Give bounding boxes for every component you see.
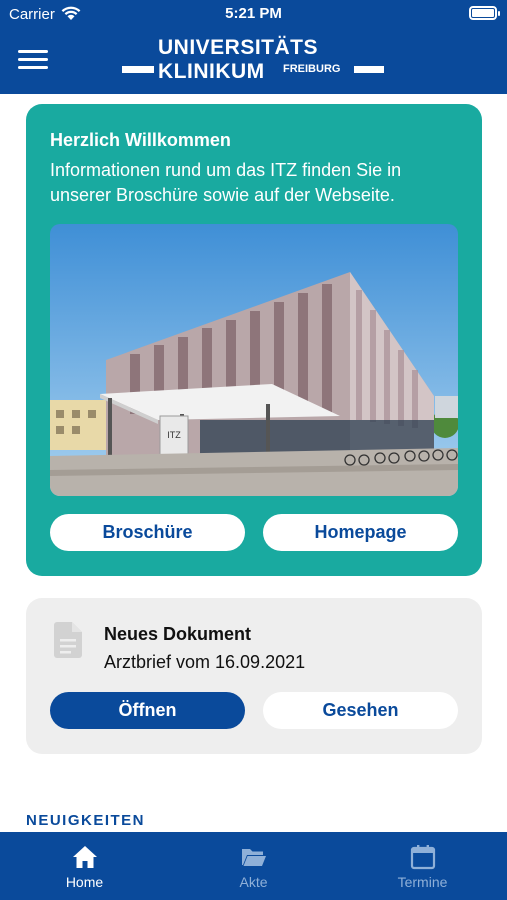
battery-icon [469,6,500,20]
mark-seen-button[interactable]: Gesehen [263,692,458,729]
document-icon [54,622,82,658]
tab-appointments[interactable]: Termine [338,832,507,900]
welcome-card: Herzlich Willkommen Informationen rund u… [26,104,482,576]
document-title: Neues Dokument [104,624,252,644]
itz-building-photo: ITZ [50,224,458,496]
hamburger-line [18,66,48,69]
home-icon [73,846,97,868]
calendar-icon [410,845,436,870]
homepage-button[interactable]: Homepage [263,514,458,551]
document-subtitle: Arztbrief vom 16.09.2021 [104,652,306,672]
hamburger-line [18,50,48,53]
uniklinikum-logo: UNIVERSITÄTS KLINIKUM FREIBURG [122,36,386,84]
tab-files[interactable]: Akte [169,832,338,900]
status-bar: Carrier 5:21 PM [0,0,507,28]
app-header: Carrier 5:21 PM UNIVERSITÄTS KLINIKUM FR… [0,0,507,94]
tab-label: Home [65,874,104,890]
open-document-button[interactable]: Öffnen [50,692,245,729]
tab-home[interactable]: Home [0,832,169,900]
logo-bar [122,66,154,73]
tab-bar: Home Akte Termine [0,832,507,900]
menu-button[interactable] [18,46,50,72]
welcome-title: Herzlich Willkommen [50,130,231,150]
logo-text-sub: FREIBURG [283,63,341,75]
itz-sign-text: ITZ [167,430,181,440]
logo-bar [354,66,384,73]
tab-label: Termine [397,874,448,890]
logo-text-line1: UNIVERSITÄTS [158,36,319,59]
new-document-card: Neues Dokument Arztbrief vom 16.09.2021 … [26,598,482,754]
welcome-text: Informationen rund um das ITZ finden Sie… [50,160,402,205]
logo-text-line2: KLINIKUM [158,60,265,83]
hamburger-line [18,58,48,61]
folder-icon [242,849,266,866]
brochure-button[interactable]: Broschüre [50,514,245,551]
news-section-heading: NEUIGKEITEN [26,812,146,829]
clock: 5:21 PM [225,5,282,22]
tab-label: Akte [239,874,268,890]
